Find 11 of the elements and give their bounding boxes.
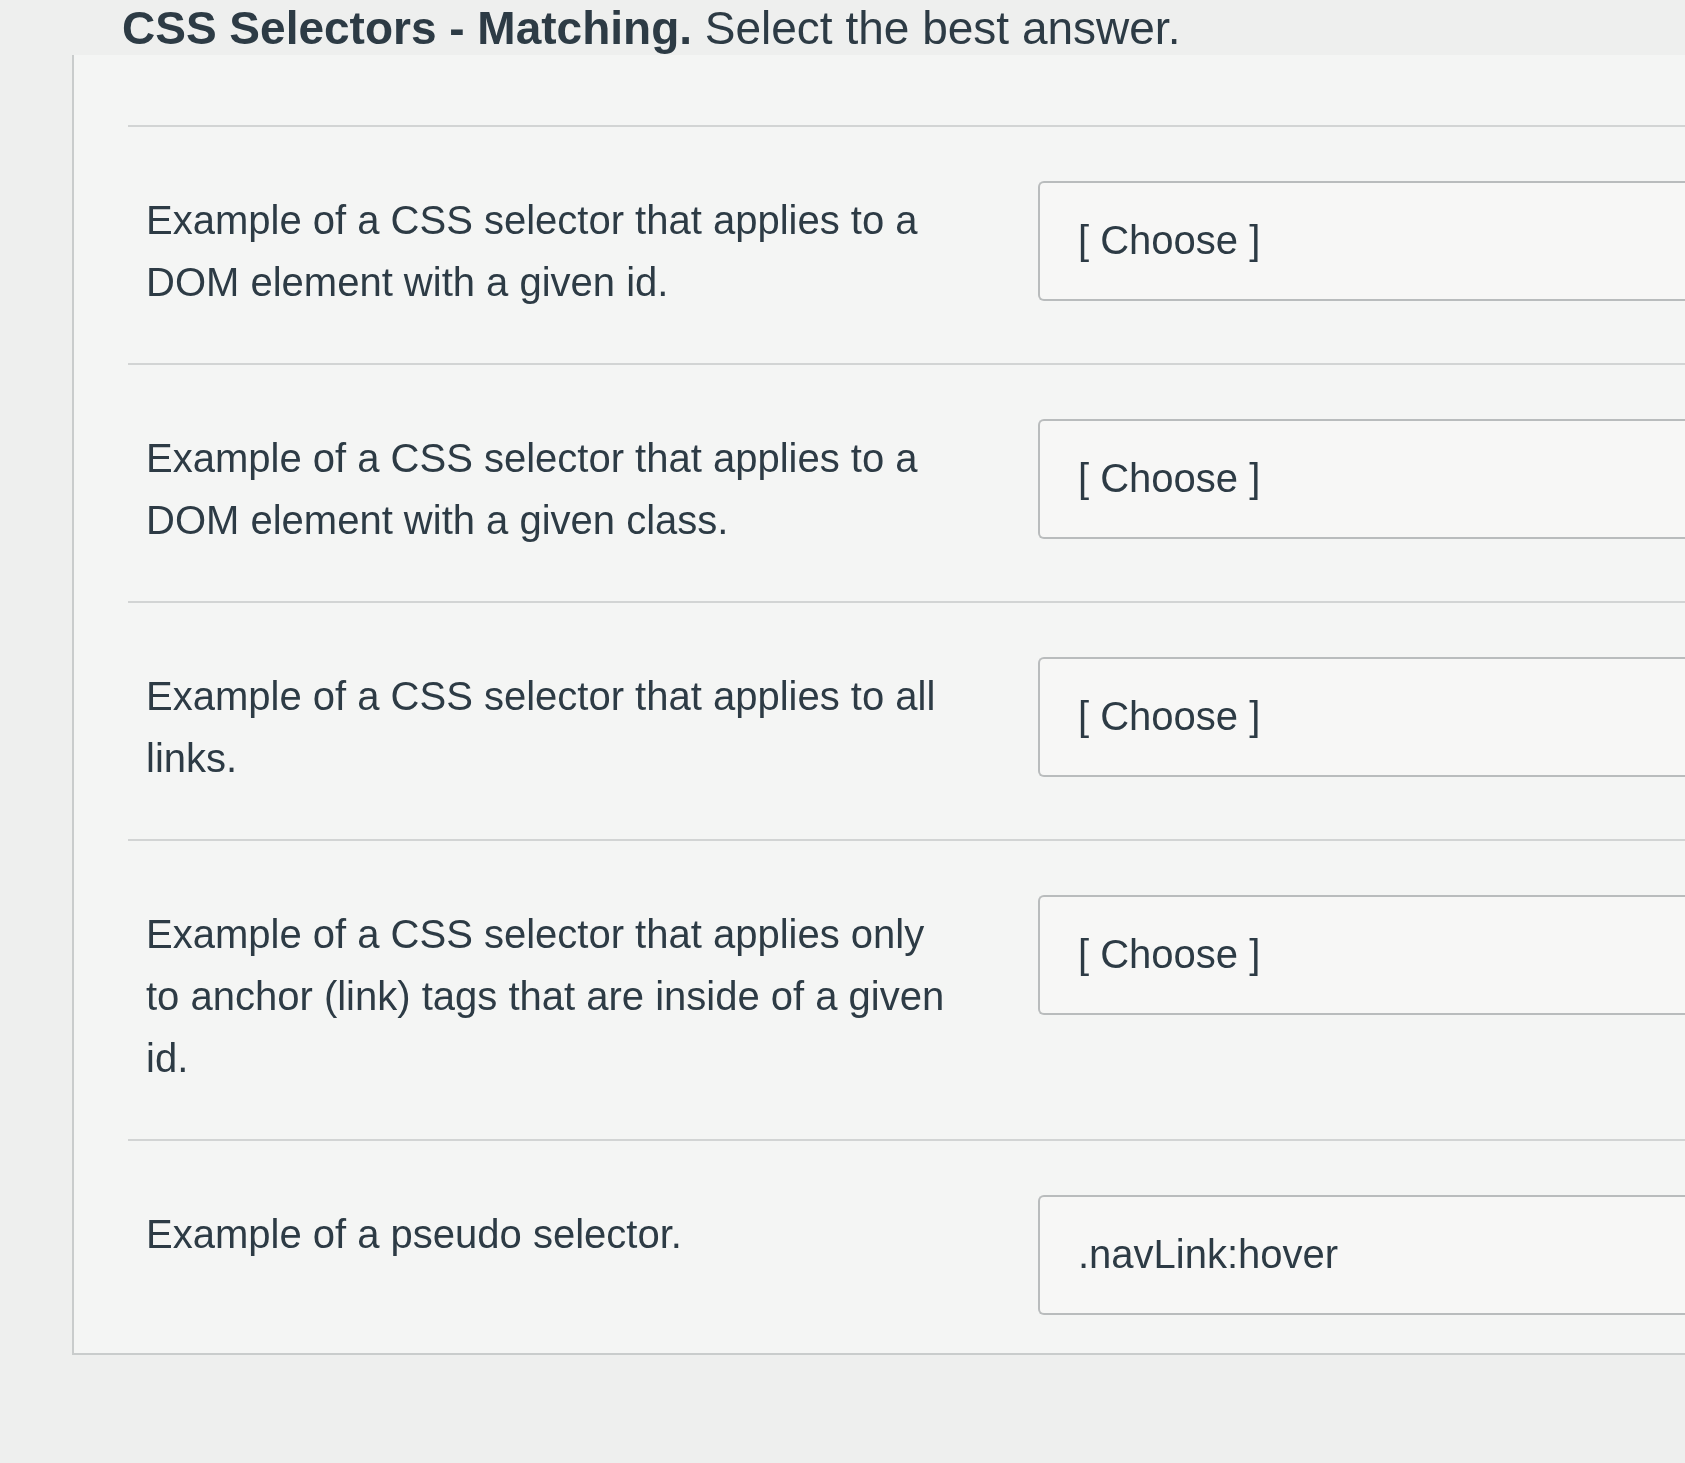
question-text: Example of a CSS selector that applies to a DOM element with a given id. <box>146 196 919 306</box>
answer-dropdown[interactable]: [ Choose ] <box>1038 894 1685 1015</box>
answer-dropdown[interactable]: [ Choose ] <box>1038 418 1685 539</box>
question-text: Example of a CSS selector that applies only to anchor (link) tags that are inside of a given id. <box>146 910 946 1082</box>
answer-dropdown[interactable]: [ Choose ] <box>1038 656 1685 777</box>
question-text: Example of a CSS selector that applies to a DOM element with a given class. <box>146 434 919 544</box>
answer-dropdown[interactable]: [ Choose ] <box>1038 180 1685 301</box>
question-text: Example of a CSS selector that applies to all links. <box>146 672 937 782</box>
answer-dropdown[interactable]: .navLink:hover <box>1038 1194 1685 1315</box>
quiz-title: CSS Selectors - Matching. Select the best answer. <box>121 1 1182 55</box>
question-text: Example of a pseudo selector. <box>146 1210 683 1258</box>
